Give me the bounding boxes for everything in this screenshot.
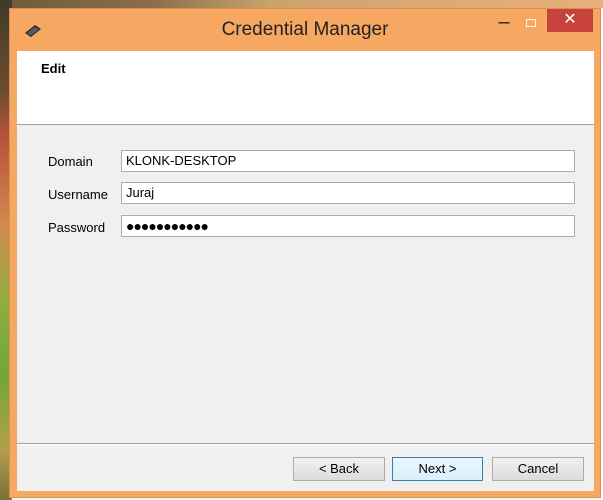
dialog-client-area: Edit Domain KLONK-DESKTOP Username Juraj… bbox=[17, 51, 594, 491]
username-label: Username bbox=[48, 187, 108, 202]
domain-label: Domain bbox=[48, 154, 93, 169]
maximize-button[interactable] bbox=[519, 15, 543, 35]
cancel-button[interactable]: Cancel bbox=[492, 457, 584, 481]
title-bar[interactable]: Credential Manager – ✕ bbox=[10, 9, 600, 51]
back-button[interactable]: < Back bbox=[293, 457, 385, 481]
password-label: Password bbox=[48, 220, 106, 235]
footer-separator bbox=[17, 443, 594, 445]
page-title: Edit bbox=[41, 61, 66, 76]
password-field[interactable]: ●●●●●●●●●●● bbox=[121, 215, 575, 237]
close-button[interactable]: ✕ bbox=[547, 9, 593, 32]
maximize-icon bbox=[526, 19, 536, 27]
domain-field[interactable]: KLONK-DESKTOP bbox=[121, 150, 575, 172]
wizard-header: Edit bbox=[17, 51, 594, 125]
minimize-button[interactable]: – bbox=[492, 12, 516, 35]
credential-manager-window: Credential Manager – ✕ Edit Domain KLONK… bbox=[9, 8, 601, 498]
username-field[interactable]: Juraj bbox=[121, 182, 575, 204]
next-button[interactable]: Next > bbox=[392, 457, 483, 481]
desktop-background-top bbox=[0, 0, 603, 8]
